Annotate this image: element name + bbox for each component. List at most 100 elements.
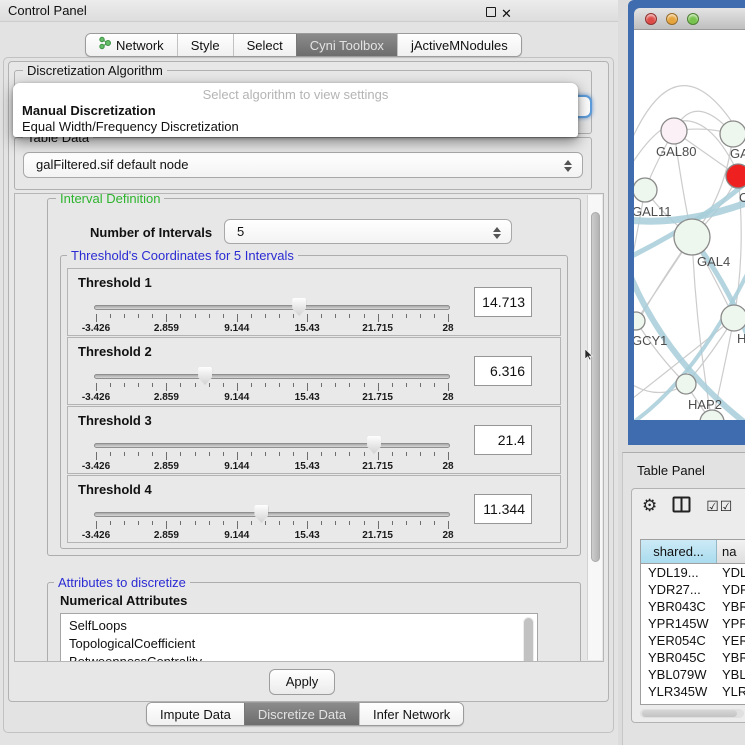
scrollbar-thumb[interactable] — [591, 212, 600, 562]
gear-icon[interactable]: ⚙ — [642, 495, 657, 517]
table-row[interactable]: YBL079WYBL0 — [641, 666, 745, 683]
number-of-intervals-combo[interactable]: 5 — [224, 219, 512, 244]
number-of-intervals-label: Number of Intervals — [90, 225, 212, 240]
slider-track[interactable] — [94, 374, 450, 379]
slider-tick — [335, 383, 336, 387]
table-row[interactable]: YIL052CYIL0 — [641, 700, 745, 705]
tab-network[interactable]: Network — [86, 34, 177, 56]
dropdown-item-equal-width-frequency[interactable]: Equal Width/Frequency Discretization — [22, 119, 239, 134]
tab-style[interactable]: Style — [177, 34, 233, 56]
threshold-value-field[interactable]: 14.713 — [474, 287, 532, 317]
interval-definition-group: Interval Definition Number of Intervals … — [47, 198, 581, 556]
minimize-traffic-light-icon[interactable] — [666, 13, 678, 25]
horizontal-scrollbar[interactable] — [640, 709, 744, 718]
split-panel-icon[interactable] — [672, 496, 691, 516]
slider-thumb[interactable] — [198, 367, 212, 385]
scrollbar-thumb[interactable] — [524, 618, 533, 662]
slider-tick — [166, 314, 167, 322]
slider-tick — [321, 383, 322, 387]
list-item[interactable]: SelfLoops — [69, 617, 537, 635]
threshold-slider[interactable]: -3.4262.8599.14415.4321.71528 — [68, 476, 468, 544]
list-scrollbar[interactable] — [523, 617, 534, 662]
network-view-canvas[interactable]: GAL80GACGAL11GAL4GCY1HHAP2 — [634, 30, 745, 420]
select-columns-icon[interactable]: ☑☑ — [706, 498, 733, 515]
zoom-traffic-light-icon[interactable] — [687, 13, 699, 25]
slider-tick — [110, 452, 111, 456]
slider-tick — [364, 314, 365, 318]
threshold-slider[interactable]: -3.4262.8599.14415.4321.71528 — [68, 338, 468, 406]
network-node[interactable] — [634, 312, 645, 330]
slider-tick — [180, 452, 181, 456]
network-window-titlebar[interactable] — [634, 8, 745, 30]
algorithm-dropdown-popup: Select algorithm to view settings Manual… — [13, 83, 578, 137]
table-row[interactable]: YLR345WYLR3 — [641, 683, 745, 700]
slider-thumb[interactable] — [254, 505, 268, 523]
close-traffic-light-icon[interactable] — [645, 13, 657, 25]
network-node[interactable] — [674, 219, 710, 255]
list-item[interactable]: TopologicalCoefficient — [69, 635, 537, 653]
network-node[interactable] — [721, 305, 745, 331]
slider-tick — [195, 452, 196, 456]
tab-jactivemnodules[interactable]: jActiveMNodules — [397, 34, 521, 56]
slider-tick — [209, 314, 210, 318]
numerical-attributes-list[interactable]: SelfLoopsTopologicalCoefficientBetweenne… — [60, 613, 538, 662]
apply-button[interactable]: Apply — [269, 669, 335, 695]
network-node[interactable] — [634, 178, 657, 202]
scrollbar-thumb[interactable] — [642, 710, 737, 717]
network-node[interactable] — [661, 118, 687, 144]
dropdown-item-manual-discretization[interactable]: Manual Discretization — [22, 103, 156, 118]
close-icon[interactable]: ✕ — [501, 3, 512, 24]
cell-name: YPR1 — [717, 615, 745, 632]
slider-track[interactable] — [94, 443, 450, 448]
table-row[interactable]: YDR27...YDR2 — [641, 581, 745, 598]
slider-thumb[interactable] — [292, 298, 306, 316]
float-window-icon[interactable] — [486, 7, 496, 17]
threshold-value-field[interactable]: 21.4 — [474, 425, 532, 455]
slider-tick — [96, 521, 97, 529]
slider-thumb[interactable] — [367, 436, 381, 454]
threshold-value-field[interactable]: 11.344 — [474, 494, 532, 524]
slider-track[interactable] — [94, 512, 450, 517]
tab-discretize-data[interactable]: Discretize Data — [244, 703, 359, 725]
slider-tick — [138, 521, 139, 525]
slider-tick-label: 28 — [442, 530, 453, 541]
threshold-value-field[interactable]: 6.316 — [474, 356, 532, 386]
slider-tick — [265, 314, 266, 318]
tab-select[interactable]: Select — [233, 34, 296, 56]
list-item[interactable]: BetweennessCentrality — [69, 653, 537, 662]
slider-tick — [223, 314, 224, 318]
network-node[interactable] — [726, 164, 745, 188]
table-row[interactable]: YBR043CYBR0 — [641, 598, 745, 615]
tab-cyni-toolbox[interactable]: Cyni Toolbox — [296, 34, 397, 56]
table-row[interactable]: YDL19...YDL1 — [641, 564, 745, 581]
slider-tick — [406, 521, 407, 525]
threshold-slider[interactable]: -3.4262.8599.14415.4321.71528 — [68, 269, 468, 337]
network-node[interactable] — [720, 121, 745, 147]
node-table[interactable]: shared... na YDL19...YDL1YDR27...YDR2YBR… — [640, 539, 745, 705]
slider-tick — [293, 314, 294, 318]
threshold-slider[interactable]: -3.4262.8599.14415.4321.71528 — [68, 407, 468, 475]
tab-infer-network[interactable]: Infer Network — [359, 703, 463, 725]
table-card: ⚙ ☑☑ shared... na YDL19...YDL1YDR27...YD… — [631, 488, 745, 723]
slider-tick — [279, 314, 280, 318]
table-row[interactable]: YBR045CYBR0 — [641, 649, 745, 666]
network-node[interactable] — [676, 374, 696, 394]
slider-tick — [420, 521, 421, 525]
tab-impute-data[interactable]: Impute Data — [147, 703, 244, 725]
network-icon — [99, 34, 111, 57]
slider-tick — [349, 521, 350, 525]
table-row[interactable]: YPR145WYPR1 — [641, 615, 745, 632]
vertical-scrollbar[interactable] — [587, 195, 602, 660]
column-header-name[interactable]: na — [717, 540, 745, 563]
table-data-combo[interactable]: galFiltered.sif default node — [23, 152, 583, 178]
tab-label: Select — [247, 34, 283, 57]
slider-tick-label: 9.144 — [224, 530, 249, 541]
table-row[interactable]: YER054CYER0 — [641, 632, 745, 649]
cell-shared-name: YDR27... — [641, 581, 717, 598]
cell-shared-name: YER054C — [641, 632, 717, 649]
slider-tick — [392, 314, 393, 318]
slider-tick-label: 28 — [442, 323, 453, 334]
column-header-shared-name[interactable]: shared... — [641, 540, 717, 563]
slider-track[interactable] — [94, 305, 450, 310]
cell-name: YLR3 — [717, 683, 745, 700]
